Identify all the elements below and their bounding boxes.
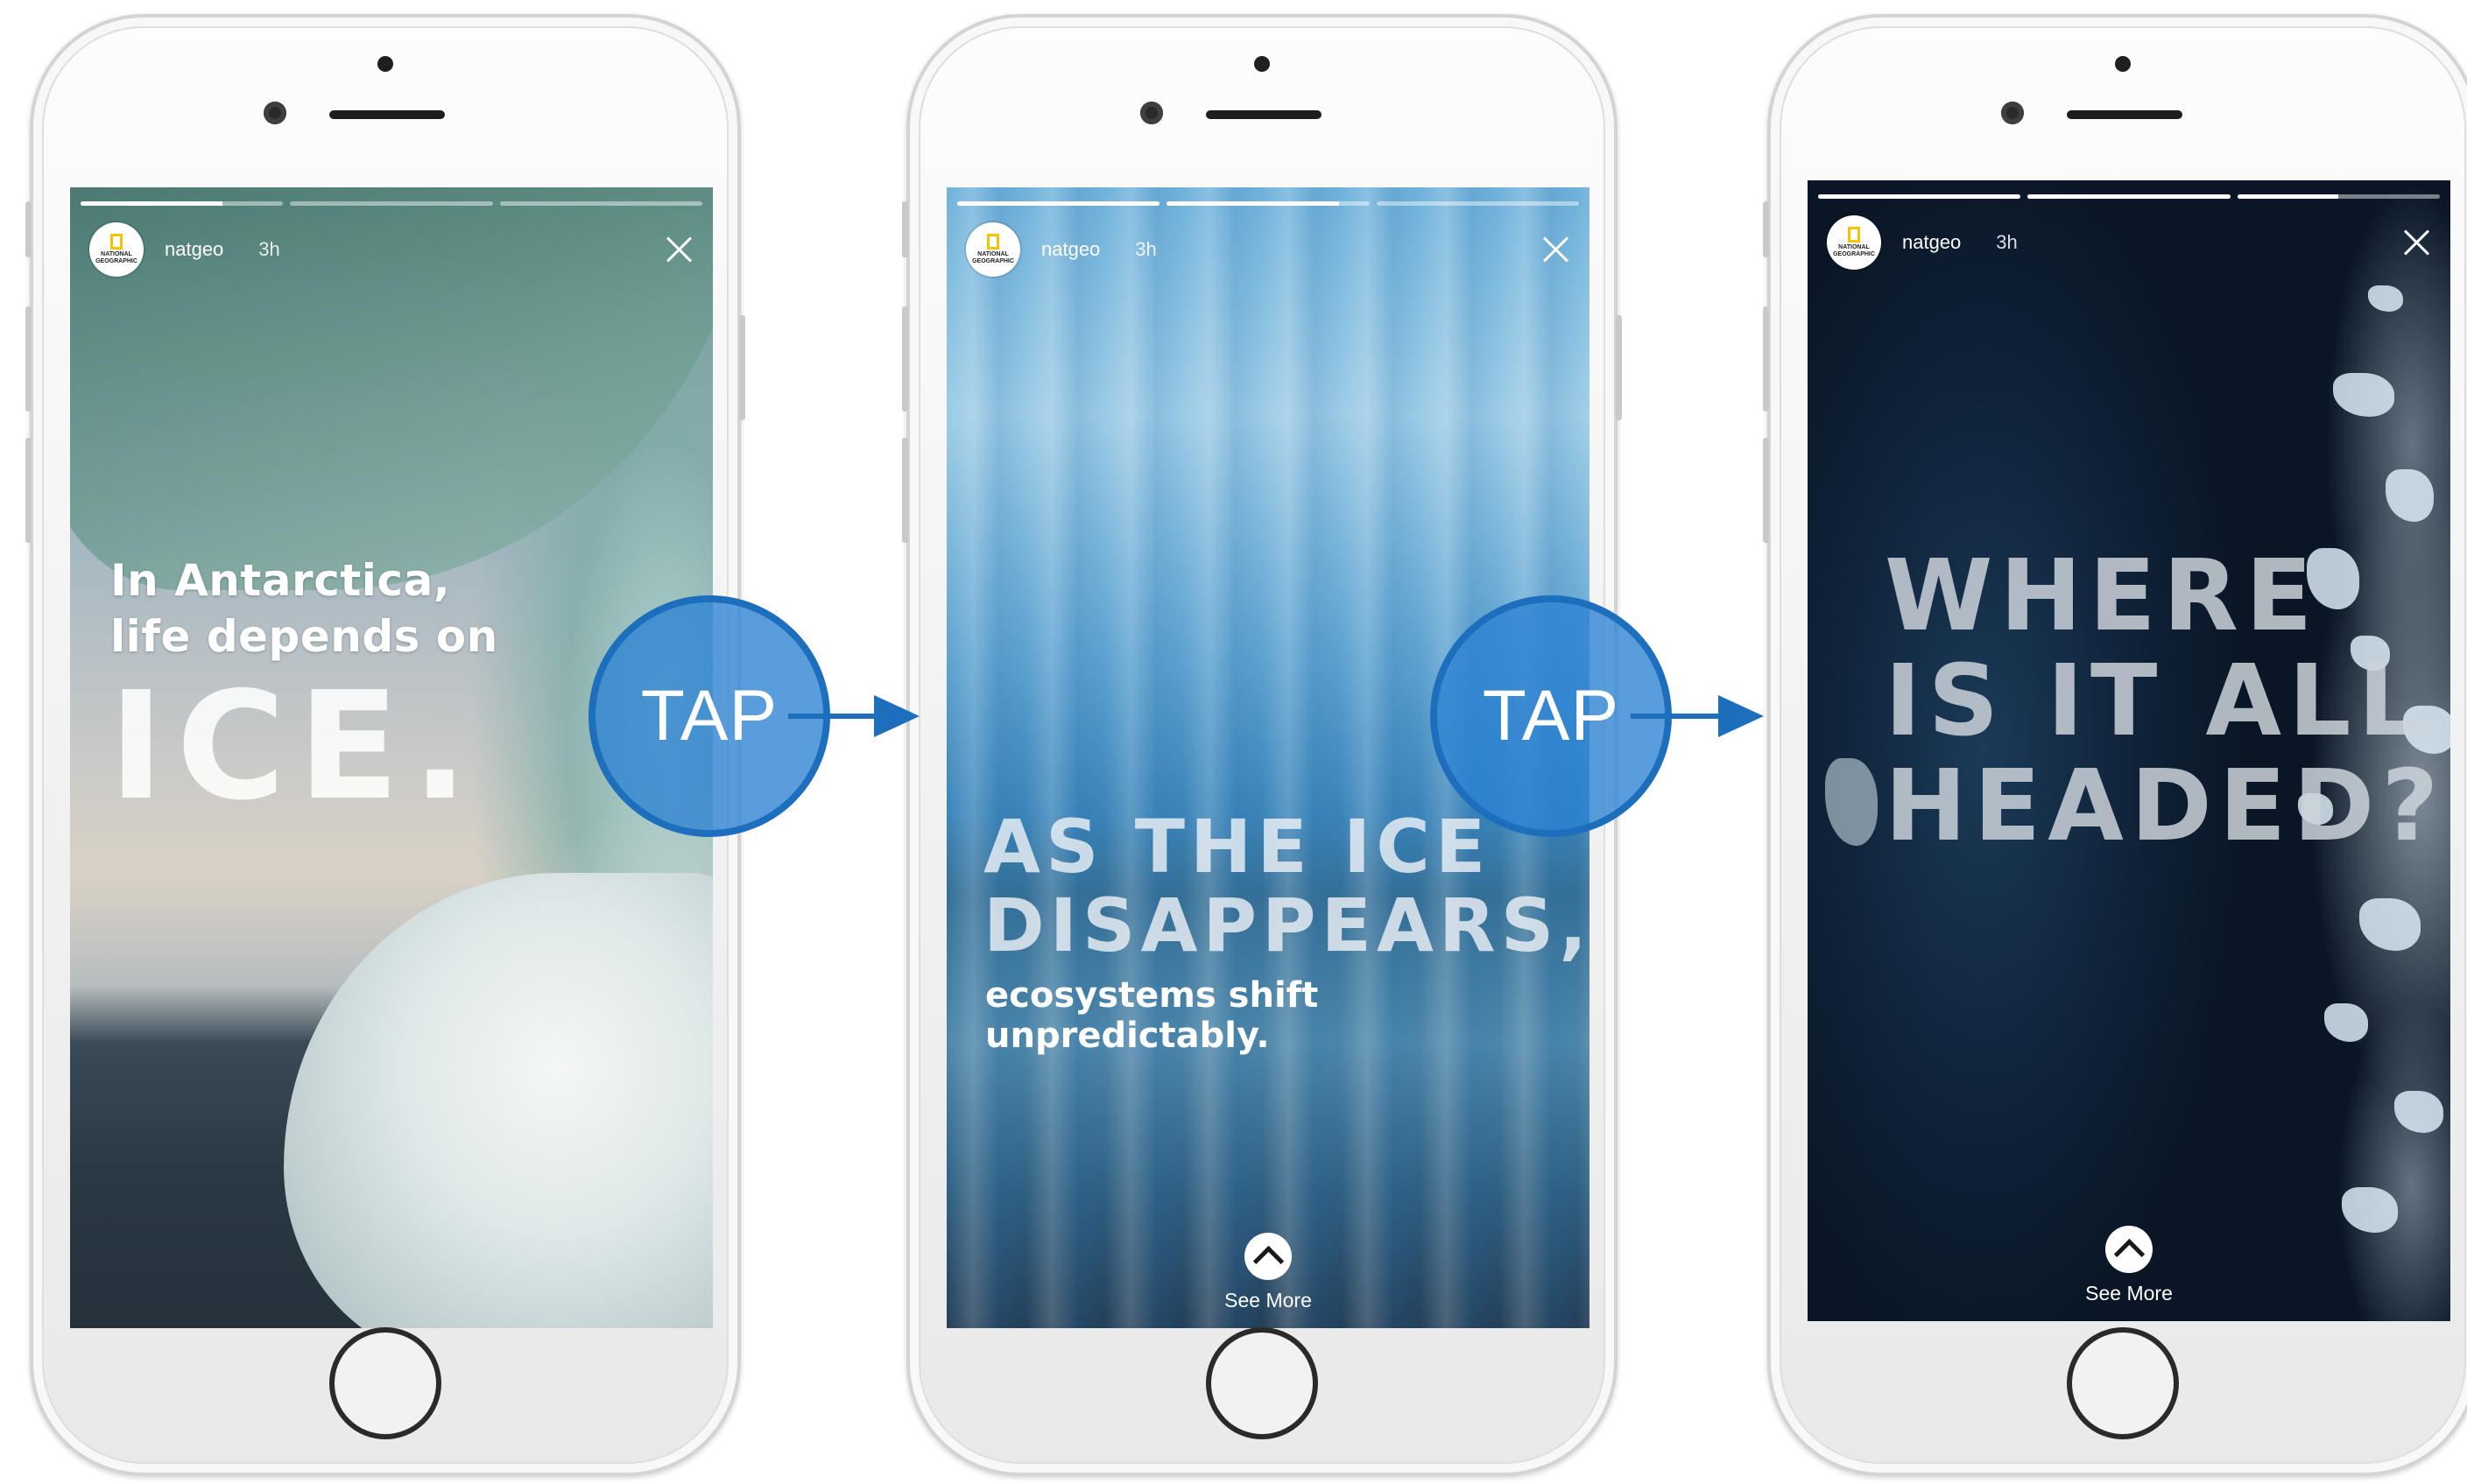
power-button bbox=[1616, 315, 1622, 420]
volume-down-button bbox=[1763, 438, 1769, 543]
chevron-up-icon[interactable] bbox=[1244, 1233, 1292, 1280]
see-more-label[interactable]: See More bbox=[1224, 1289, 1312, 1312]
home-button[interactable] bbox=[1206, 1327, 1318, 1439]
story-headline-line: IS IT ALL bbox=[1885, 644, 2428, 758]
story-text-line: In Antarctica, bbox=[110, 555, 451, 606]
front-camera bbox=[264, 102, 286, 124]
front-camera bbox=[1140, 102, 1163, 124]
story-headline-line: AS THE ICE bbox=[983, 804, 1491, 890]
mute-switch bbox=[25, 201, 32, 257]
ice-floe bbox=[1825, 758, 1878, 846]
earpiece-speaker bbox=[1206, 110, 1322, 119]
progress-segment bbox=[957, 201, 1160, 206]
close-icon[interactable] bbox=[2401, 228, 2431, 257]
progress-segment bbox=[1376, 201, 1579, 206]
see-more-control[interactable]: See More bbox=[947, 1233, 1589, 1312]
arrow-right-icon bbox=[874, 695, 920, 737]
progress-segment bbox=[1818, 194, 2021, 199]
timestamp: 3h bbox=[1135, 238, 1157, 260]
see-more-control[interactable]: See More bbox=[1808, 1226, 2450, 1305]
progress-segment bbox=[2027, 194, 2231, 199]
story-headline: ICE. bbox=[109, 660, 481, 833]
mute-switch bbox=[902, 201, 908, 257]
progress-segment bbox=[499, 201, 702, 206]
ice-floe bbox=[2386, 469, 2434, 522]
arrow-line bbox=[788, 714, 876, 719]
close-icon[interactable] bbox=[1540, 235, 1570, 264]
ice-floe bbox=[2324, 1003, 2368, 1042]
sensor-dot bbox=[377, 56, 393, 72]
story-header: NATIONAL GEOGRAPHIC natgeo 3h bbox=[1827, 214, 2431, 271]
volume-up-button bbox=[902, 306, 908, 411]
iceberg-shape bbox=[284, 873, 713, 1328]
ice-floe bbox=[2333, 373, 2394, 417]
front-camera bbox=[2001, 102, 2024, 124]
earpiece-speaker bbox=[329, 110, 445, 119]
home-button[interactable] bbox=[2067, 1327, 2179, 1439]
story-progress-bar bbox=[1818, 194, 2440, 199]
see-more-label[interactable]: See More bbox=[2085, 1282, 2173, 1305]
mute-switch bbox=[1763, 201, 1769, 257]
sensor-dot bbox=[1254, 56, 1270, 72]
avatar-logo-text: NATIONAL GEOGRAPHIC bbox=[95, 251, 137, 264]
story-screen-3[interactable]: NATIONAL GEOGRAPHIC natgeo 3h WHERE IS I… bbox=[1808, 180, 2450, 1321]
ice-floe bbox=[2359, 898, 2421, 951]
tap-label: TAP bbox=[640, 676, 779, 756]
avatar-logo-text: NATIONAL GEOGRAPHIC bbox=[1833, 244, 1875, 257]
volume-down-button bbox=[25, 438, 32, 543]
avatar[interactable]: NATIONAL GEOGRAPHIC bbox=[89, 222, 144, 277]
volume-up-button bbox=[1763, 306, 1769, 411]
close-icon[interactable] bbox=[664, 235, 694, 264]
home-button[interactable] bbox=[329, 1327, 441, 1439]
ice-floe bbox=[2394, 1091, 2443, 1133]
username[interactable]: natgeo bbox=[1902, 231, 1961, 254]
timestamp: 3h bbox=[258, 238, 280, 260]
avatar[interactable]: NATIONAL GEOGRAPHIC bbox=[966, 222, 1020, 277]
arrow-right-icon bbox=[1718, 695, 1764, 737]
progress-segment bbox=[1167, 201, 1370, 206]
story-headline-line: WHERE bbox=[1885, 539, 2320, 653]
username[interactable]: natgeo bbox=[165, 238, 223, 261]
story-header: NATIONAL GEOGRAPHIC natgeo 3h bbox=[89, 221, 694, 278]
story-text-line: life depends on bbox=[110, 611, 498, 662]
story-header: NATIONAL GEOGRAPHIC natgeo 3h bbox=[966, 221, 1570, 278]
natgeo-logo-icon bbox=[987, 234, 999, 250]
earpiece-speaker bbox=[2067, 110, 2182, 119]
natgeo-logo-icon bbox=[1848, 227, 1860, 243]
volume-down-button bbox=[902, 438, 908, 543]
arrow-line bbox=[1631, 714, 1720, 719]
timestamp: 3h bbox=[1996, 231, 2018, 253]
story-headline-line: HEADED? bbox=[1885, 749, 2446, 863]
tap-label: TAP bbox=[1482, 676, 1620, 756]
avatar-logo-text: NATIONAL GEOGRAPHIC bbox=[972, 251, 1014, 264]
username[interactable]: natgeo bbox=[1041, 238, 1100, 261]
avatar[interactable]: NATIONAL GEOGRAPHIC bbox=[1827, 215, 1881, 270]
story-progress-bar bbox=[957, 201, 1579, 206]
chevron-up-icon[interactable] bbox=[2105, 1226, 2153, 1273]
power-button bbox=[739, 315, 745, 420]
progress-segment bbox=[81, 201, 284, 206]
volume-up-button bbox=[25, 306, 32, 411]
progress-segment bbox=[2237, 194, 2440, 199]
story-subtext: ecosystems shift unpredictably. bbox=[985, 975, 1319, 1056]
progress-segment bbox=[290, 201, 493, 206]
story-headline-line: DISAPPEARS, bbox=[983, 883, 1589, 968]
phone-3: NATIONAL GEOGRAPHIC natgeo 3h WHERE IS I… bbox=[1763, 14, 2467, 1476]
story-progress-bar bbox=[81, 201, 702, 206]
natgeo-logo-icon bbox=[110, 234, 123, 250]
ice-floe bbox=[2368, 285, 2403, 312]
sensor-dot bbox=[2115, 56, 2131, 72]
